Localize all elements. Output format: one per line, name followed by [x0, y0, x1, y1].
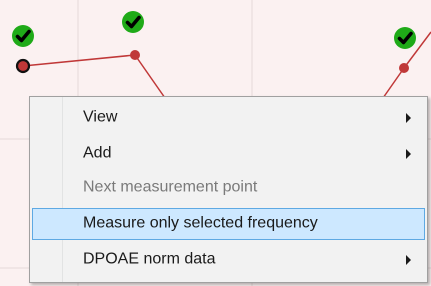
menu-item-label: Next measurement point: [83, 178, 258, 196]
menu-item-label: Add: [83, 144, 112, 162]
menu-item-add[interactable]: Add: [32, 138, 425, 170]
submenu-arrow-icon: [406, 113, 411, 123]
submenu-arrow-icon: [406, 255, 411, 265]
menu-item-label: Measure only selected frequency: [83, 214, 318, 232]
menu-item-dpoae-norm-data[interactable]: DPOAE norm data: [32, 244, 425, 276]
checkmark-icon: [122, 11, 144, 33]
checkmark-icon: [394, 27, 416, 49]
measurement-point-icon[interactable]: [399, 63, 409, 73]
measurement-point-icon[interactable]: [130, 50, 140, 60]
menu-item-view[interactable]: View: [32, 102, 425, 134]
submenu-arrow-icon: [406, 149, 411, 159]
checkmark-icon: [12, 25, 34, 47]
context-menu: View Add Next measurement point Measure …: [29, 96, 428, 283]
menu-item-measure-only-selected-frequency[interactable]: Measure only selected frequency: [32, 208, 425, 240]
menu-item-label: View: [83, 108, 118, 126]
menu-item-next-measurement-point[interactable]: Next measurement point: [32, 172, 425, 204]
selected-measurement-point-icon[interactable]: [15, 58, 31, 74]
plot-line: [22, 31, 431, 99]
menu-item-label: DPOAE norm data: [83, 250, 216, 268]
